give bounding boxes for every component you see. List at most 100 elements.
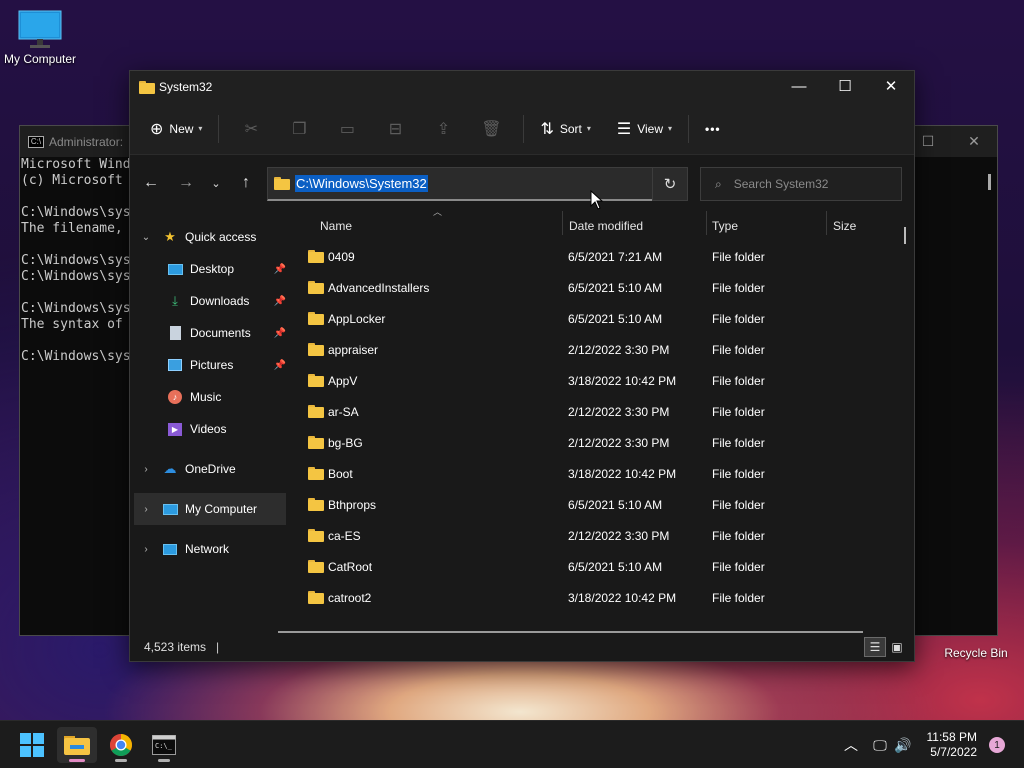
file-row[interactable]: 0409 6/5/2021 7:21 AM File folder (290, 242, 915, 273)
close-button[interactable]: ✕ (868, 71, 914, 101)
file-type: File folder (712, 312, 765, 326)
forward-button[interactable]: → (171, 168, 201, 198)
arrow-up-icon: ↑ (242, 174, 250, 191)
back-button[interactable]: ← (136, 168, 166, 198)
download-icon: ⤓ (172, 293, 178, 308)
pin-icon[interactable]: 📌 (274, 328, 286, 339)
console-scrollbar-thumb[interactable] (988, 174, 991, 190)
folder-icon (308, 343, 324, 356)
file-row[interactable]: Boot 3/18/2022 10:42 PM File folder (290, 459, 915, 490)
scissors-icon: ✂ (244, 120, 259, 138)
column-header-date[interactable]: Date modified (569, 219, 643, 233)
chevron-right-icon[interactable]: › (139, 464, 153, 475)
clock[interactable]: 11:58 PM 5/7/2022 (927, 730, 977, 760)
file-row[interactable]: AdvancedInstallers 6/5/2021 5:10 AM File f… (290, 273, 915, 304)
close-icon: ✕ (884, 78, 898, 95)
view-button[interactable]: ☰ View ▾ (609, 112, 680, 146)
file-date: 3/18/2022 10:42 PM (568, 467, 677, 481)
file-row[interactable]: Bthprops 6/5/2021 5:10 AM File folder (290, 490, 915, 521)
start-button[interactable] (12, 727, 52, 763)
sidebar-item-label: Documents (190, 326, 251, 340)
file-row[interactable]: bg-BG 2/12/2022 3:30 PM File folder (290, 428, 915, 459)
taskbar-file-explorer[interactable] (57, 727, 97, 763)
taskbar-chrome[interactable] (101, 727, 141, 763)
cut-button[interactable]: ✂ (227, 112, 275, 146)
sidebar-item-network[interactable]: › Network (130, 533, 290, 565)
desktop-icon-my-computer[interactable]: My Computer (0, 10, 80, 66)
sidebar-item-music[interactable]: ♪ Music (130, 381, 290, 413)
sidebar-item-videos[interactable]: ▶ Videos (130, 413, 290, 445)
chevron-down-icon[interactable]: ⌄ (139, 232, 153, 243)
chevron-right-icon[interactable]: › (139, 504, 153, 515)
delete-button[interactable]: 🗑 (467, 112, 515, 146)
folder-icon (308, 529, 324, 542)
vertical-scrollbar-thumb[interactable] (904, 227, 906, 244)
minimize-button[interactable]: — (776, 71, 822, 101)
sidebar-item-my-computer[interactable]: › My Computer (134, 493, 286, 525)
recent-locations-button[interactable]: ⌄ (201, 168, 231, 198)
file-type: File folder (712, 374, 765, 388)
chevron-right-icon[interactable]: › (139, 544, 153, 555)
more-icon: ••• (705, 121, 721, 136)
volume-icon[interactable]: 🔊 (892, 737, 914, 754)
file-row[interactable]: ar-SA 2/12/2022 3:30 PM File folder (290, 397, 915, 428)
file-type: File folder (712, 281, 765, 295)
sidebar-item-documents[interactable]: Documents 📌 (130, 317, 290, 349)
new-button[interactable]: ⊕ New ▾ (142, 112, 210, 146)
pin-icon[interactable]: 📌 (274, 296, 286, 307)
search-input[interactable]: ⌕ Search System32 (700, 167, 902, 201)
copy-button[interactable]: ❐ (275, 112, 323, 146)
column-header-size[interactable]: Size (833, 219, 856, 233)
sidebar-item-onedrive[interactable]: › ☁ OneDrive (130, 453, 290, 485)
network-status-icon[interactable]: 🖵 (868, 737, 892, 754)
file-row[interactable]: AppLocker 6/5/2021 5:10 AM File folder (290, 304, 915, 335)
column-divider[interactable] (826, 211, 827, 235)
more-options-button[interactable]: ••• (697, 112, 729, 146)
file-row[interactable]: AppV 3/18/2022 10:42 PM File folder (290, 366, 915, 397)
close-icon[interactable]: ✕ (951, 126, 997, 157)
column-header-type[interactable]: Type (712, 219, 738, 233)
details-view-button[interactable]: ☰ (864, 637, 886, 657)
sort-button[interactable]: ⇅ Sort ▾ (532, 112, 598, 146)
column-divider[interactable] (562, 211, 563, 235)
view-label: View (637, 121, 664, 136)
folder-icon (308, 405, 324, 418)
file-name: Bthprops (328, 498, 377, 512)
refresh-button[interactable]: ↻ (652, 167, 688, 201)
rename-button[interactable]: ⊟ (371, 112, 419, 146)
address-path[interactable]: C:\Windows\System32 (295, 175, 428, 192)
column-divider[interactable] (706, 211, 707, 235)
sidebar-item-desktop[interactable]: Desktop 📌 (130, 253, 290, 285)
arrow-left-icon: ← (143, 174, 159, 191)
folder-icon (308, 467, 324, 480)
file-row[interactable]: CatRoot 6/5/2021 5:10 AM File folder (290, 552, 915, 583)
tiles-view-button[interactable]: ▣ (886, 637, 908, 657)
refresh-icon: ↻ (663, 176, 677, 193)
file-date: 6/5/2021 5:10 AM (568, 560, 663, 574)
column-header-name[interactable]: Name (320, 219, 352, 233)
pin-icon[interactable]: 📌 (274, 360, 286, 371)
chevron-down-icon: ▾ (198, 124, 203, 133)
file-explorer-window[interactable]: System32 — ☐ ✕ ⊕ New ▾ ✂ ❐ ▭ ⊟ ⇪ 🗑 ⇅ Sor… (129, 70, 915, 662)
notification-badge[interactable]: 1 (989, 737, 1005, 753)
sidebar-item-downloads[interactable]: ⤓ Downloads 📌 (130, 285, 290, 317)
sidebar-item-label: OneDrive (185, 462, 236, 476)
maximize-button[interactable]: ☐ (822, 71, 868, 101)
file-rows: 0409 6/5/2021 7:21 AM File folder AdvancedI… (290, 242, 915, 614)
file-row[interactable]: ca-ES 2/12/2022 3:30 PM File folder (290, 521, 915, 552)
file-row[interactable]: catroot2 3/18/2022 10:42 PM File folder (290, 583, 915, 614)
share-button[interactable]: ⇪ (419, 112, 467, 146)
show-hidden-icons-button[interactable]: ︿ (840, 735, 862, 755)
sidebar-item-quick-access[interactable]: ⌄ ★ Quick access (130, 221, 290, 253)
sidebar-item-pictures[interactable]: Pictures 📌 (130, 349, 290, 381)
pin-icon[interactable]: 📌 (274, 264, 286, 275)
address-bar[interactable]: C:\Windows\System32 ⌄ (267, 167, 687, 201)
paste-button[interactable]: ▭ (323, 112, 371, 146)
explorer-titlebar[interactable]: System32 — ☐ ✕ (130, 71, 914, 103)
minimize-icon: — (791, 77, 807, 95)
up-button[interactable]: ↑ (231, 168, 261, 198)
file-name: AppV (328, 374, 358, 388)
taskbar-terminal[interactable]: C:\_ (144, 727, 184, 763)
file-row[interactable]: appraiser 2/12/2022 3:30 PM File folder (290, 335, 915, 366)
file-name: AdvancedInstallers (328, 281, 430, 295)
